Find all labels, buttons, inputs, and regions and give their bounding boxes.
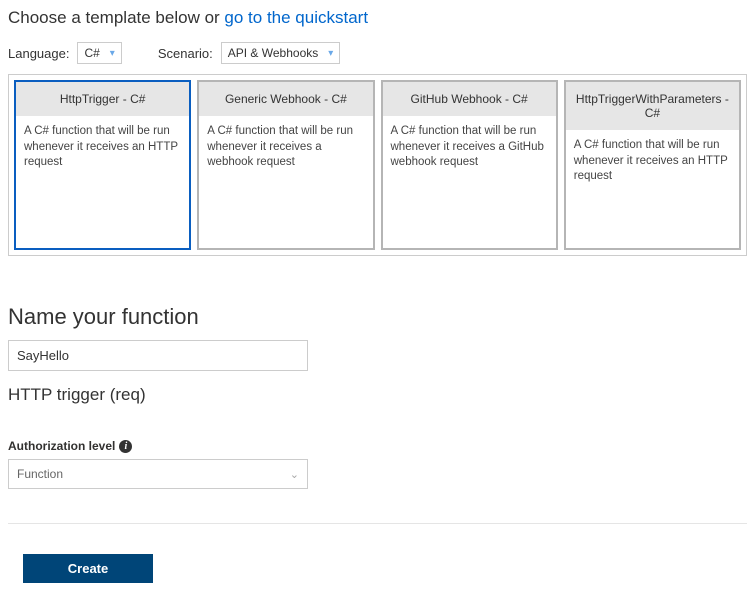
template-card-title: HttpTrigger - C# [16, 82, 189, 116]
scenario-dropdown[interactable]: API & Webhooks ▾ [221, 42, 341, 64]
page-instruction: Choose a template below or go to the qui… [8, 8, 747, 28]
template-card[interactable]: GitHub Webhook - C#A C# function that wi… [381, 80, 558, 250]
template-card-desc: A C# function that will be run whenever … [16, 116, 189, 179]
template-card-desc: A C# function that will be run whenever … [566, 130, 739, 193]
template-card[interactable]: Generic Webhook - C#A C# function that w… [197, 80, 374, 250]
auth-level-value: Function [17, 467, 63, 481]
chevron-down-icon: ▾ [328, 48, 333, 59]
divider [8, 523, 747, 524]
template-card-title: GitHub Webhook - C# [383, 82, 556, 116]
scenario-value: API & Webhooks [228, 46, 319, 60]
template-card[interactable]: HttpTriggerWithParameters - C#A C# funct… [564, 80, 741, 250]
auth-level-dropdown[interactable]: Function ⌄ [8, 459, 308, 489]
language-dropdown[interactable]: C# ▾ [77, 42, 121, 64]
language-value: C# [84, 46, 99, 60]
template-card-desc: A C# function that will be run whenever … [199, 116, 372, 179]
trigger-heading: HTTP trigger (req) [8, 385, 747, 405]
function-name-input[interactable] [8, 340, 308, 371]
info-icon[interactable]: i [119, 440, 132, 453]
filter-row: Language: C# ▾ Scenario: API & Webhooks … [8, 42, 747, 64]
language-label: Language: [8, 46, 69, 61]
name-function-heading: Name your function [8, 304, 747, 330]
template-gallery: HttpTrigger - C#A C# function that will … [8, 74, 747, 256]
template-card[interactable]: HttpTrigger - C#A C# function that will … [14, 80, 191, 250]
template-card-desc: A C# function that will be run whenever … [383, 116, 556, 179]
template-card-title: HttpTriggerWithParameters - C# [566, 82, 739, 130]
quickstart-link[interactable]: go to the quickstart [224, 8, 368, 27]
scenario-label: Scenario: [158, 46, 213, 61]
chevron-down-icon: ▾ [110, 48, 115, 59]
chevron-down-icon: ⌄ [290, 468, 299, 481]
auth-level-label: Authorization level i [8, 439, 747, 453]
template-card-title: Generic Webhook - C# [199, 82, 372, 116]
create-button[interactable]: Create [23, 554, 153, 583]
instruction-prefix: Choose a template below or [8, 8, 224, 27]
auth-level-text: Authorization level [8, 439, 115, 453]
